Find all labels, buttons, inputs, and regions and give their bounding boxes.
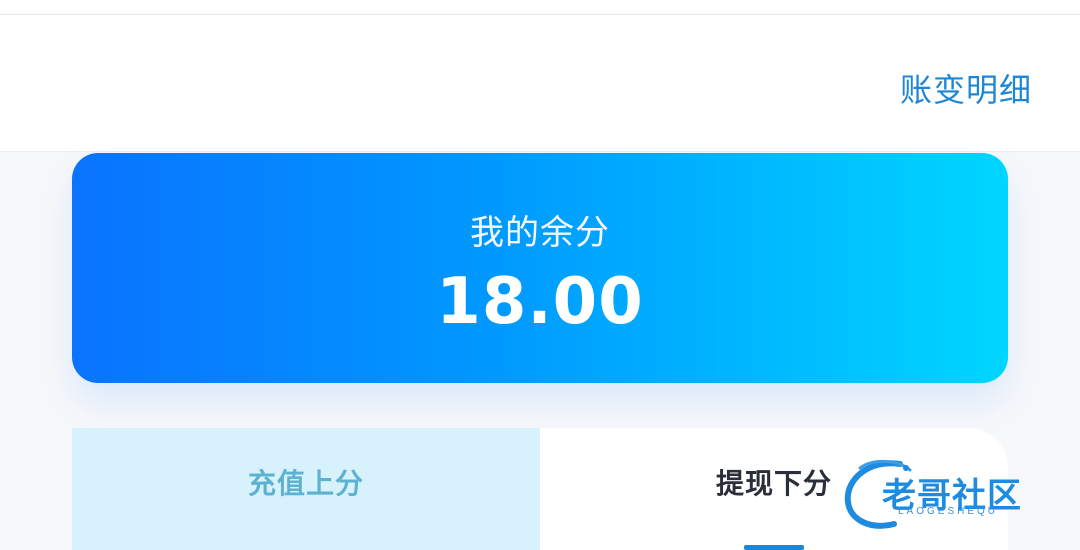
transaction-details-link[interactable]: 账变明细 (900, 65, 1032, 111)
page-header: 账变明细 (0, 15, 1080, 152)
status-bar (0, 0, 1080, 15)
balance-label: 我的余分 (470, 213, 610, 253)
active-tab-indicator (744, 545, 804, 550)
watermark-subtitle: LAOGESHEQU (898, 506, 999, 517)
balance-amount: 18.00 (436, 265, 644, 339)
tab-recharge[interactable]: 充值上分 (72, 428, 540, 550)
watermark-logo: 老哥社区 LAOGESHEQU (840, 448, 1080, 550)
tab-recharge-label: 充值上分 (247, 467, 364, 500)
balance-card: 我的余分 18.00 (72, 153, 1008, 383)
